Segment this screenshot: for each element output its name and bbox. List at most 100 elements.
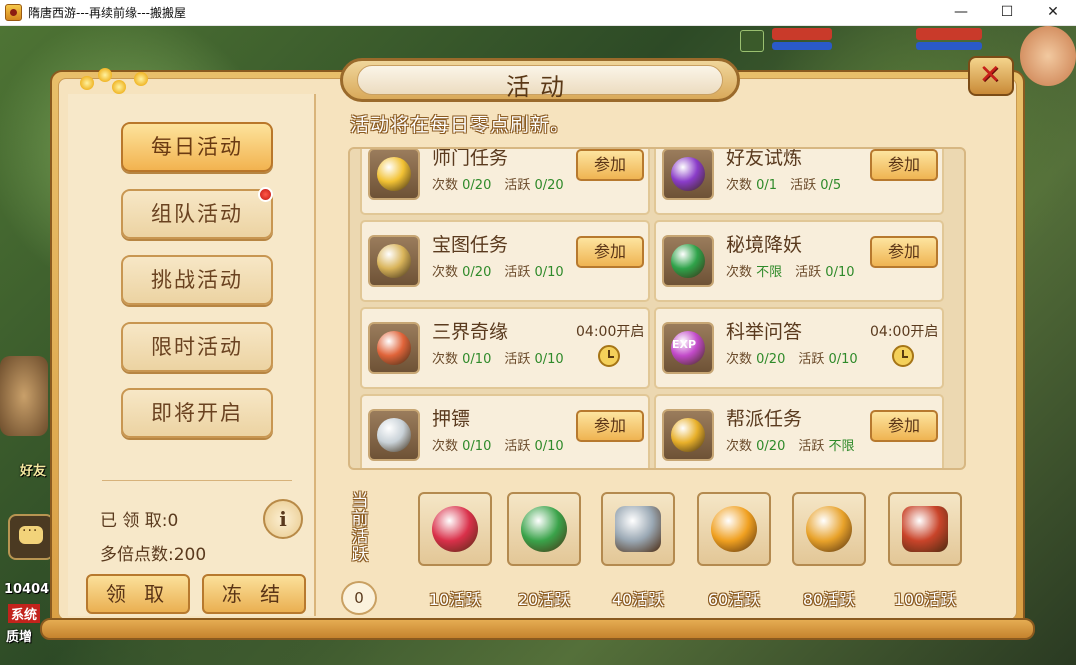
join-button[interactable]: 参加 xyxy=(576,410,644,442)
freeze-button[interactable]: 冻 结 xyxy=(202,574,306,614)
clock-icon xyxy=(892,345,914,367)
player-avatar[interactable] xyxy=(1020,26,1076,86)
active-value: 0/5 xyxy=(820,178,842,193)
count-label: 次数 xyxy=(432,265,463,280)
active-label: 活跃 xyxy=(491,178,535,193)
activeness-label: 当前活跃 xyxy=(351,491,369,565)
chat-bubble-icon xyxy=(19,523,43,544)
activity-card: 师门任务 次数 0/20 活跃 0/20 参加 xyxy=(360,149,650,215)
activeness-reward[interactable] xyxy=(792,492,866,566)
activity-stats: 次数 0/20 活跃 0/20 xyxy=(432,174,564,193)
soup-bowl-icon xyxy=(368,322,420,374)
activity-name: 好友试炼 xyxy=(726,147,803,169)
activity-card: EXP 科举问答 次数 0/20 活跃 0/10 04:00开启 xyxy=(654,307,944,389)
count-value: 0/20 xyxy=(756,352,786,367)
activity-name: 帮派任务 xyxy=(726,408,803,430)
reward-label: 20活跃 xyxy=(517,590,571,609)
menu-tab-label: 即将开启 xyxy=(151,401,243,425)
reward-label: 100活跃 xyxy=(893,590,957,609)
activity-stats: 次数 0/10 活跃 0/10 xyxy=(432,435,564,454)
menu-tab[interactable]: 每日活动 xyxy=(121,122,273,172)
join-button[interactable]: 参加 xyxy=(870,149,938,181)
active-label: 活跃 xyxy=(491,265,535,280)
activeness-reward[interactable] xyxy=(418,492,492,566)
open-time: 04:00开启 xyxy=(870,324,939,340)
coin-face-icon xyxy=(368,149,420,200)
chat-button[interactable] xyxy=(8,514,54,560)
join-button[interactable]: 参加 xyxy=(870,236,938,268)
menu-tab[interactable]: 限时活动 xyxy=(121,321,273,372)
active-label: 活跃 xyxy=(785,352,829,367)
activeness-reward[interactable] xyxy=(697,492,771,566)
category-panel: 每日活动 组队活动 挑战活动 限时活动 即将开启 已 领 取:0 多倍点数:200 i … xyxy=(68,94,316,616)
count-value: 0/1 xyxy=(756,178,778,193)
activeness-reward[interactable] xyxy=(888,492,962,566)
active-label: 活跃 xyxy=(777,178,821,193)
activity-card: 押镖次数 0/10 活跃 0/10 参加 xyxy=(360,394,650,468)
menu-tab[interactable]: 即将开启 xyxy=(121,388,273,438)
activity-stats: 次数 不限 活跃 0/10 xyxy=(726,261,855,280)
refresh-note: 活动将在每日零点刷新。 xyxy=(350,114,571,136)
activity-stats: 次数 0/20 活跃 0/10 xyxy=(726,348,858,367)
minimize-button[interactable]: — xyxy=(938,0,984,25)
active-label: 活跃 xyxy=(782,265,826,280)
clock-icon xyxy=(598,345,620,367)
activeness-reward[interactable] xyxy=(507,492,581,566)
app-icon xyxy=(5,4,22,21)
activity-list[interactable]: 师门任务 次数 0/20 活跃 0/20 参加 好友试炼 次数 0/1 活跃 0/5 参加… xyxy=(348,147,966,470)
count-label: 次数 xyxy=(726,265,757,280)
active-value: 0/10 xyxy=(825,265,855,280)
menu-tab[interactable]: 挑战活动 xyxy=(121,255,273,305)
activity-card: 好友试炼次数 0/1 活跃 0/5 参加 xyxy=(654,147,944,215)
count-label: 次数 xyxy=(432,439,463,454)
friend-label[interactable]: 好友 xyxy=(20,460,46,479)
activeness-reward[interactable] xyxy=(601,492,675,566)
pet-mp-bar xyxy=(916,42,982,50)
active-value: 0/10 xyxy=(534,352,564,367)
activity-name: 三界奇缘 xyxy=(432,321,509,343)
reward-label: 40活跃 xyxy=(611,590,665,609)
claimed-count: 已 领 取:0 xyxy=(100,511,179,531)
count-value: 0/20 xyxy=(462,265,492,280)
close-window-button[interactable]: ✕ xyxy=(1030,0,1076,25)
dialog-close-button[interactable]: ✕ xyxy=(968,56,1014,96)
icon-text: EXP xyxy=(672,338,697,351)
scroll-icon xyxy=(902,506,948,552)
activity-card: 秘境降妖 次数 不限 活跃 0/10 参加 xyxy=(654,220,944,302)
count-label: 次数 xyxy=(432,352,463,367)
activity-stats: 次数 0/20 活跃 0/10 xyxy=(432,261,564,280)
npc-figure xyxy=(0,356,48,436)
active-label: 活跃 xyxy=(491,352,535,367)
gold-pot-icon xyxy=(662,409,714,461)
active-value: 0/10 xyxy=(828,352,858,367)
reward-label: 80活跃 xyxy=(802,590,856,609)
maximize-button[interactable]: ☐ xyxy=(984,0,1030,25)
activity-name: 押镖 xyxy=(432,408,471,430)
pet-hp-bar xyxy=(916,28,982,40)
treasure-map-icon xyxy=(368,235,420,287)
active-label: 活跃 xyxy=(785,439,829,454)
notification-dot xyxy=(258,186,273,202)
flower-decoration-icon xyxy=(134,72,148,86)
purple-orb-icon xyxy=(662,149,714,200)
count-value: 0/10 xyxy=(462,352,492,367)
panel-divider xyxy=(102,480,292,481)
green-orb-icon xyxy=(662,235,714,287)
window-title: 隋唐西游---再续前缘---搬搬屋 xyxy=(28,6,186,20)
menu-tab[interactable]: 组队活动 xyxy=(121,186,273,239)
key-icon xyxy=(615,506,661,552)
count-value: 0/10 xyxy=(462,439,492,454)
activity-stats: 次数 0/1 活跃 0/5 xyxy=(726,174,841,193)
open-time: 04:00开启 xyxy=(576,324,645,340)
info-button[interactable]: i xyxy=(263,499,303,539)
reward-label: 10活跃 xyxy=(428,590,482,609)
count-label: 次数 xyxy=(726,352,757,367)
activity-dialog: 活动 ✕ 每日活动 组队活动 挑战活动 限时活动 即将开启 已 领 取:0 多倍点数:2… xyxy=(40,56,1035,644)
active-value: 0/20 xyxy=(534,178,564,193)
count-value: 不限 xyxy=(756,265,783,280)
activity-card: 宝图任务 次数 0/20 活跃 0/10 参加 xyxy=(360,220,650,302)
join-button[interactable]: 参加 xyxy=(576,236,644,268)
join-button[interactable]: 参加 xyxy=(576,149,644,181)
claim-button[interactable]: 领 取 xyxy=(86,574,190,614)
join-button[interactable]: 参加 xyxy=(870,410,938,442)
